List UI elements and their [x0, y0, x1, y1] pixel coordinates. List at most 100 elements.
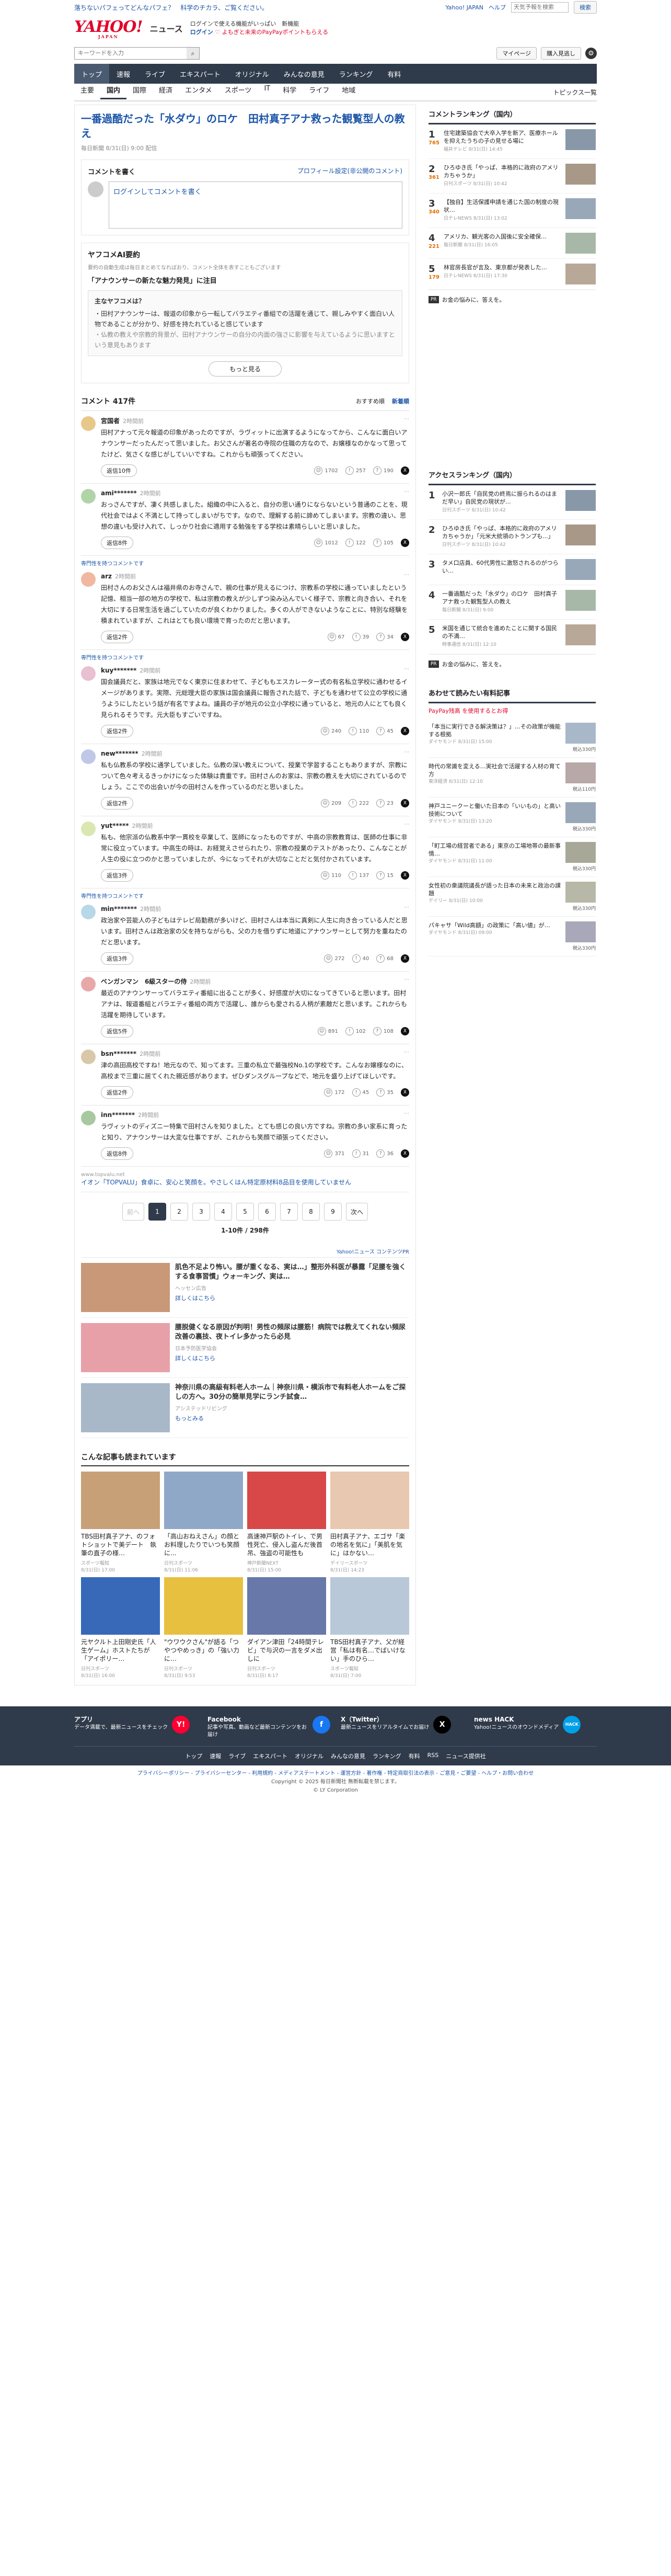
insight-vote[interactable]: ! 257: [345, 466, 366, 475]
side-pr[interactable]: PR お金の悩みに、答えを。: [429, 290, 596, 309]
gear-icon[interactable]: ⚙: [585, 48, 597, 59]
footer-col[interactable]: news HACK Yahoo!ニュースのオウンドメディア HACK: [474, 1716, 597, 1739]
recommend-item[interactable]: "ウワウクさん"が語る「つやつやめっき」の「強い力に… 日刊スポーツ 8/31(日)…: [164, 1577, 243, 1679]
report-link[interactable]: ⋯: [404, 905, 409, 910]
comment-user[interactable]: ami******* 2時間前 ⋯: [101, 489, 409, 497]
footer-link[interactable]: エキスパート: [253, 1752, 287, 1760]
report-link[interactable]: ⋯: [404, 416, 409, 422]
ad-line[interactable]: www.topvalu.net イオン「TOPVALU」食卓に、安心と笑顔を。や…: [81, 1167, 409, 1192]
pr-item[interactable]: 肌色不足より怖い。腰が重くなる、実は…」整形外科医が暴露「足腰を強くする食事習慣…: [81, 1258, 409, 1318]
footer-link[interactable]: ライブ: [228, 1752, 246, 1760]
empathy-vote[interactable]: ☺ 172: [324, 1088, 345, 1097]
question-vote[interactable]: ? 15: [376, 871, 394, 880]
empathy-vote[interactable]: ☺ 209: [321, 799, 341, 807]
insight-vote[interactable]: ! 40: [352, 954, 369, 963]
footer-link[interactable]: ニュース提供社: [446, 1752, 485, 1760]
top-search-button[interactable]: 検索: [574, 1, 597, 14]
question-vote[interactable]: ? 190: [373, 466, 394, 475]
reply-button[interactable]: 返信2件: [101, 631, 133, 643]
pr-item[interactable]: 神奈川県の高級有料老人ホーム｜神奈川県・横浜市で有料老人ホームをご探しの方へ。3…: [81, 1378, 409, 1438]
empathy-vote[interactable]: ☺ 272: [324, 954, 345, 963]
empathy-vote[interactable]: ☺ 371: [324, 1149, 345, 1158]
paid-item[interactable]: 女性初の衆議院議長が語った日本の未来と政治の課題 デイリー 8/31(日) 10:…: [429, 877, 596, 917]
paid-item[interactable]: 「本当に実行できる解決策は？」…その政策が機能する根拠 ダイヤモンド 8/31(日…: [429, 718, 596, 758]
prev-button[interactable]: 前へ: [122, 1203, 144, 1221]
footer-link[interactable]: オリジナル: [295, 1752, 323, 1760]
sort-newest[interactable]: 新着順: [392, 397, 409, 405]
page-button[interactable]: 8: [302, 1203, 320, 1221]
page-button[interactable]: 3: [192, 1203, 210, 1221]
ai-more-button[interactable]: もっと見る: [209, 361, 282, 377]
report-link[interactable]: ⋯: [404, 666, 409, 672]
question-vote[interactable]: ? 68: [376, 954, 394, 963]
ranking-item[interactable]: 4 一番過酷だった「水ダウ」のロケ 田村真子アナ救った観覧型人の教え 毎日新聞 8/…: [429, 585, 596, 620]
yahoo-japan-link[interactable]: Yahoo! JAPAN: [445, 4, 483, 11]
comment-user[interactable]: ベンガンマン 6級スターの侍 2時間前 ⋯: [101, 977, 409, 986]
comment-user[interactable]: min******* 2時間前 ⋯: [101, 905, 409, 913]
comment-user[interactable]: yut***** 2時間前 ⋯: [101, 822, 409, 830]
comment-user[interactable]: new******* 2時間前 ⋯: [101, 749, 409, 758]
insight-vote[interactable]: ! 31: [352, 1149, 369, 1158]
insight-vote[interactable]: ! 102: [345, 1027, 366, 1035]
footer-link[interactable]: 速報: [210, 1752, 221, 1760]
subnav-item[interactable]: ライフ: [303, 85, 336, 99]
page-button[interactable]: 4: [214, 1203, 232, 1221]
yahoo-logo[interactable]: YAHOO! JAPAN: [74, 18, 143, 39]
insight-vote[interactable]: ! 110: [349, 727, 369, 735]
insight-vote[interactable]: ! 222: [349, 799, 369, 807]
reply-button[interactable]: 返信8件: [101, 537, 133, 549]
nav-paid[interactable]: 有料: [380, 64, 408, 84]
page-button[interactable]: 1: [148, 1203, 166, 1221]
paid-item[interactable]: パキャサ「Wild高額」の政策に「高い値」が… ダイヤモンド 8/31(日) 09…: [429, 917, 596, 956]
purchase-button[interactable]: 購入見逃し: [541, 47, 581, 60]
promo-link[interactable]: 落ちないパフェってどんなパフェ？ 科学のチカラ、ご覧ください。: [74, 3, 268, 12]
page-button[interactable]: 2: [170, 1203, 188, 1221]
report-link[interactable]: ⋯: [404, 1050, 409, 1055]
comment-user[interactable]: arz 2時間前 ⋯: [101, 572, 409, 580]
topics-list-link[interactable]: トピックス一覧: [553, 88, 597, 97]
comment-user[interactable]: bsn******* 2時間前 ⋯: [101, 1050, 409, 1058]
sort-recommended[interactable]: おすすめ順: [356, 397, 385, 405]
profile-link[interactable]: プロフィール設定(非公開のコメント): [297, 166, 402, 176]
report-link[interactable]: ⋯: [404, 489, 409, 495]
insight-vote[interactable]: ! 137: [349, 871, 369, 880]
subnav-item[interactable]: エンタメ: [179, 85, 218, 99]
recommend-item[interactable]: 高速神戸駅のトイレ、で男性死亡、侵入し盗んだ後首吊、強盗の可能性も 神戸新聞NEX…: [247, 1472, 326, 1573]
reply-button[interactable]: 返信2件: [101, 725, 133, 737]
ranking-item[interactable]: 1 765 住宅建築協会で大卒入学を新ア、医療ホールを抑えたうちの子の見せる場に 福井…: [429, 124, 596, 159]
report-link[interactable]: ⋯: [404, 977, 409, 983]
question-vote[interactable]: ? 36: [376, 1149, 394, 1158]
ranking-item[interactable]: 3 タメ口店員、60代男性に激怒されるのがつらい…: [429, 554, 596, 585]
report-link[interactable]: ⋯: [404, 822, 409, 827]
keyword-input[interactable]: [75, 48, 187, 59]
x-share-icon[interactable]: X: [401, 954, 409, 963]
nav-original[interactable]: オリジナル: [228, 64, 276, 84]
report-link[interactable]: ⋯: [404, 1111, 409, 1116]
insight-vote[interactable]: ! 45: [352, 1088, 369, 1097]
subnav-item[interactable]: スポーツ: [218, 85, 258, 99]
x-share-icon[interactable]: X: [401, 1027, 409, 1035]
nav-live[interactable]: ライブ: [137, 64, 172, 84]
reply-button[interactable]: 返信10件: [101, 464, 137, 477]
question-vote[interactable]: ? 34: [376, 633, 394, 641]
article-title[interactable]: 一番過酷だった「水ダウ」のロケ 田村真子アナ救った観覧型人の教え: [81, 111, 409, 141]
subnav-item-domestic[interactable]: 国内: [100, 85, 127, 99]
reply-button[interactable]: 返信3件: [101, 869, 133, 882]
page-button[interactable]: 9: [324, 1203, 342, 1221]
news-logo[interactable]: ニュース: [150, 22, 183, 35]
ranking-item[interactable]: 3 340 【独自】生活保護申請を通じた国の制度の現状… 日テレNEWS 8/31(日…: [429, 193, 596, 228]
x-share-icon[interactable]: X: [401, 799, 409, 807]
footer-link[interactable]: 有料: [409, 1752, 420, 1760]
footer-link[interactable]: みんなの意見: [331, 1752, 365, 1760]
comment-user[interactable]: kuy******* 2時間前 ⋯: [101, 666, 409, 675]
search-icon[interactable]: ⌕: [187, 48, 199, 59]
pr-link[interactable]: 詳しくはこちら: [175, 1294, 409, 1302]
x-share-icon[interactable]: X: [401, 1149, 409, 1158]
page-button[interactable]: 7: [280, 1203, 298, 1221]
insight-vote[interactable]: ! 39: [352, 633, 369, 641]
footer-link[interactable]: ランキング: [373, 1752, 401, 1760]
reply-button[interactable]: 返信8件: [101, 1147, 133, 1160]
x-share-icon[interactable]: X: [401, 727, 409, 735]
paid-item[interactable]: 神戸ユニークーと働いた日本の「いいもの」と高い技術について ダイヤモンド 8/31…: [429, 797, 596, 837]
subnav-item[interactable]: 科学: [276, 85, 303, 99]
